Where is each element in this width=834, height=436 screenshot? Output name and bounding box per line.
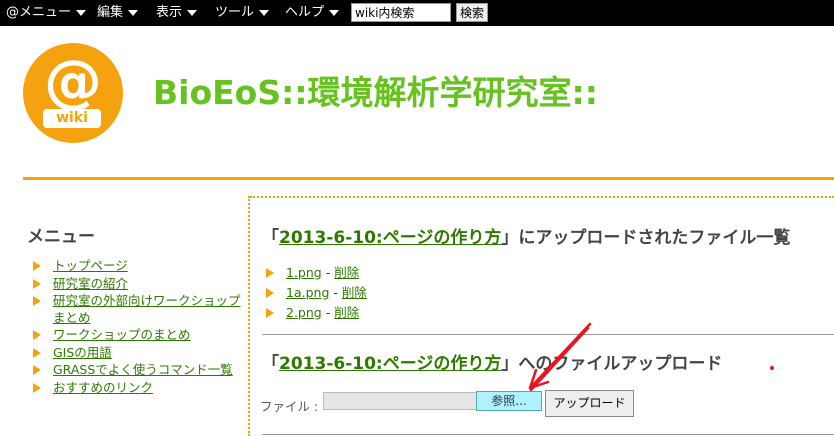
delete-link[interactable]: 削除: [334, 265, 359, 280]
logo-wiki-text: wiki: [43, 109, 101, 128]
sidebar-link-top[interactable]: トップページ: [53, 258, 128, 273]
sidebar-menu: トップページ 研究室の紹介 研究室の外部向けワークショップまとめ ワークショップ…: [33, 258, 243, 397]
bullet-triangle-icon: [33, 330, 41, 340]
sidebar-item-links: おすすめのリンク: [33, 380, 243, 397]
file-list-heading: 「2013-6-10:ページの作り方」にアップロードされたファイル一覧: [262, 223, 790, 248]
upload-button[interactable]: アップロード: [545, 390, 634, 417]
file-field-label: ファイル :: [260, 399, 319, 414]
heading-suffix: 」にアップロードされたファイル一覧: [501, 228, 791, 248]
menu-tools-label: ツール: [215, 5, 255, 20]
page-link[interactable]: 2013-6-10:ページの作り方: [279, 354, 501, 374]
menu-view[interactable]: 表示: [156, 5, 198, 21]
file-link[interactable]: 2.png: [286, 305, 322, 320]
list-item: 2.png - 削除: [266, 303, 367, 323]
file-link[interactable]: 1a.png: [286, 285, 329, 300]
menu-edit-label: 編集: [97, 5, 124, 20]
list-item: 1.png - 削除: [266, 263, 367, 283]
separator: -: [329, 285, 342, 300]
chevron-down-icon: [187, 9, 198, 16]
uploaded-file-list: 1.png - 削除 1a.png - 削除 2.png - 削除: [266, 263, 367, 323]
bullet-triangle-icon: [266, 268, 274, 278]
menu-tools[interactable]: ツール: [215, 5, 270, 21]
delete-link[interactable]: 削除: [334, 305, 359, 320]
chevron-down-icon: [259, 9, 270, 16]
bullet-triangle-icon: [33, 278, 41, 289]
heading-open-bracket: 「: [262, 228, 279, 248]
content-top-divider: [250, 196, 834, 198]
sidebar-link-gis-terms[interactable]: GISの用語: [53, 345, 112, 360]
sidebar-item-external-workshop: 研究室の外部向けワークショップまとめ: [33, 293, 243, 326]
chevron-down-icon: [76, 9, 87, 16]
menu-atmenu[interactable]: @メニュー: [6, 5, 87, 21]
heading-open-bracket: 「: [262, 354, 279, 374]
bullet-triangle-icon: [266, 288, 274, 298]
sidebar-link-lab-intro[interactable]: 研究室の紹介: [53, 276, 128, 291]
bullet-triangle-icon: [33, 365, 41, 375]
sidebar-item-workshop: ワークショップのまとめ: [33, 327, 243, 344]
sidebar-link-links[interactable]: おすすめのリンク: [53, 380, 153, 395]
file-link[interactable]: 1.png: [286, 265, 322, 280]
sidebar-divider: [248, 196, 250, 436]
upload-heading: 「2013-6-10:ページの作り方」へのファイルアップロード: [262, 349, 722, 374]
menu-help[interactable]: ヘルプ: [285, 5, 340, 21]
page-link[interactable]: 2013-6-10:ページの作り方: [279, 228, 501, 248]
menu-edit[interactable]: 編集: [97, 5, 139, 21]
list-item: 1a.png - 削除: [266, 283, 367, 303]
sidebar-link-workshop[interactable]: ワークショップのまとめ: [53, 327, 191, 342]
bullet-triangle-icon: [33, 347, 41, 358]
menu-view-label: 表示: [156, 5, 183, 20]
top-menu-bar: @メニュー 編集 表示 ツール ヘルプ 検索: [0, 0, 834, 26]
red-dot-mark: [770, 366, 774, 370]
menu-help-label: ヘルプ: [285, 5, 325, 20]
header-divider: [23, 177, 834, 180]
menu-atmenu-label: @メニュー: [6, 5, 72, 20]
sidebar-title: メニュー: [27, 227, 95, 247]
heading-suffix: 」へのファイルアップロード: [501, 354, 723, 374]
sidebar-link-grass-commands[interactable]: GRASSでよく使うコマンド一覧: [53, 362, 233, 377]
section-divider: [262, 434, 834, 435]
delete-link[interactable]: 削除: [342, 285, 367, 300]
atwiki-logo[interactable]: @ wiki: [23, 43, 123, 143]
separator: -: [321, 265, 335, 280]
sidebar-item-top: トップページ: [33, 258, 243, 275]
bullet-triangle-icon: [33, 382, 41, 393]
sidebar-item-lab-intro: 研究室の紹介: [33, 276, 243, 293]
chevron-down-icon: [329, 9, 340, 16]
bullet-triangle-icon: [33, 261, 41, 271]
sidebar-item-gis-terms: GISの用語: [33, 345, 243, 362]
section-divider: [262, 334, 834, 335]
logo-at-mark: @: [44, 47, 102, 115]
chevron-down-icon: [128, 9, 139, 16]
search-button[interactable]: 検索: [456, 3, 489, 22]
sidebar-link-external-workshop[interactable]: 研究室の外部向けワークショップまとめ: [53, 293, 241, 325]
bullet-triangle-icon: [33, 296, 41, 306]
site-title[interactable]: BioEoS::環境解析学研究室::: [153, 66, 598, 114]
browse-button[interactable]: 参照...: [476, 391, 542, 411]
file-path-field[interactable]: [323, 392, 477, 410]
sidebar-item-grass-commands: GRASSでよく使うコマンド一覧: [33, 362, 243, 379]
bullet-triangle-icon: [266, 308, 274, 318]
separator: -: [321, 305, 335, 320]
search-input[interactable]: [351, 3, 451, 22]
